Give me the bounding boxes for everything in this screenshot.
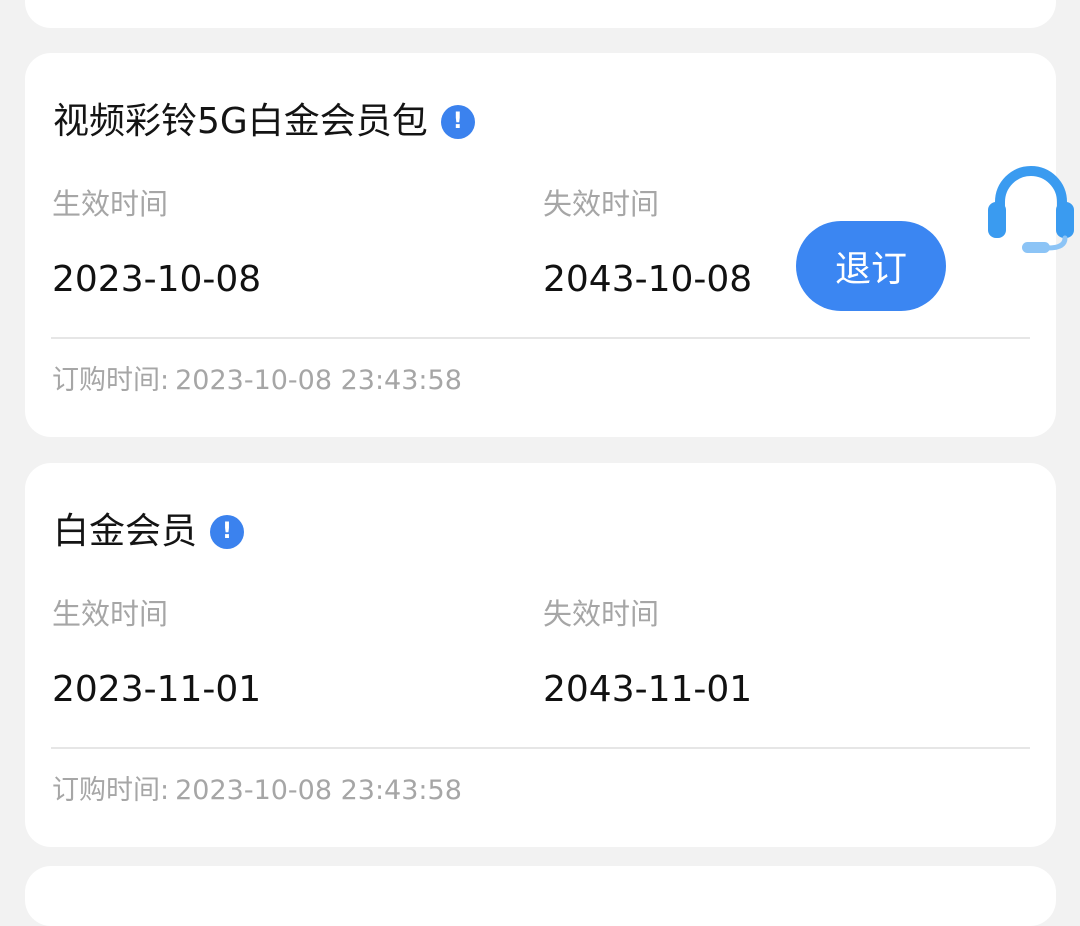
subscription-title-row: 白金会员 ! xyxy=(53,507,245,557)
subscription-title-row: 视频彩铃5G白金会员包 ! xyxy=(53,97,475,147)
effective-time-value: 2023-11-01 xyxy=(52,669,262,710)
expire-time-label: 失效时间 xyxy=(543,187,660,221)
order-time-value: 2023-10-08 23:43:58 xyxy=(175,365,462,396)
effective-time-label: 生效时间 xyxy=(52,597,169,631)
order-time-value: 2023-10-08 23:43:58 xyxy=(175,775,462,806)
order-time-label: 订购时间: xyxy=(52,775,170,806)
subscription-card: 白金会员 ! 生效时间 失效时间 2023-11-01 2043-11-01 订… xyxy=(25,463,1056,847)
customer-service-headset-icon xyxy=(988,166,1074,253)
unsubscribe-button[interactable]: 退订 xyxy=(796,221,946,311)
order-time: 订购时间: 2023-10-08 23:43:58 xyxy=(52,774,462,808)
expire-time-label: 失效时间 xyxy=(543,597,660,631)
order-time-label: 订购时间: xyxy=(52,365,170,396)
expire-time-value: 2043-10-08 xyxy=(543,259,753,300)
divider xyxy=(51,337,1030,339)
info-icon[interactable]: ! xyxy=(440,105,475,139)
subscription-title: 视频彩铃5G白金会员包 xyxy=(53,101,428,142)
info-icon[interactable]: ! xyxy=(210,515,245,549)
divider xyxy=(51,747,1030,749)
order-time: 订购时间: 2023-10-08 23:43:58 xyxy=(52,364,462,398)
subscription-title: 白金会员 xyxy=(53,511,198,552)
previous-subscription-card xyxy=(25,0,1056,28)
subscription-card: 视频彩铃5G白金会员包 ! 生效时间 失效时间 2023-10-08 2043-… xyxy=(25,53,1056,437)
customer-service-button[interactable] xyxy=(982,158,1080,258)
expire-time-value: 2043-11-01 xyxy=(543,669,753,710)
effective-time-value: 2023-10-08 xyxy=(52,259,262,300)
next-subscription-card xyxy=(25,866,1056,926)
effective-time-label: 生效时间 xyxy=(52,187,169,221)
